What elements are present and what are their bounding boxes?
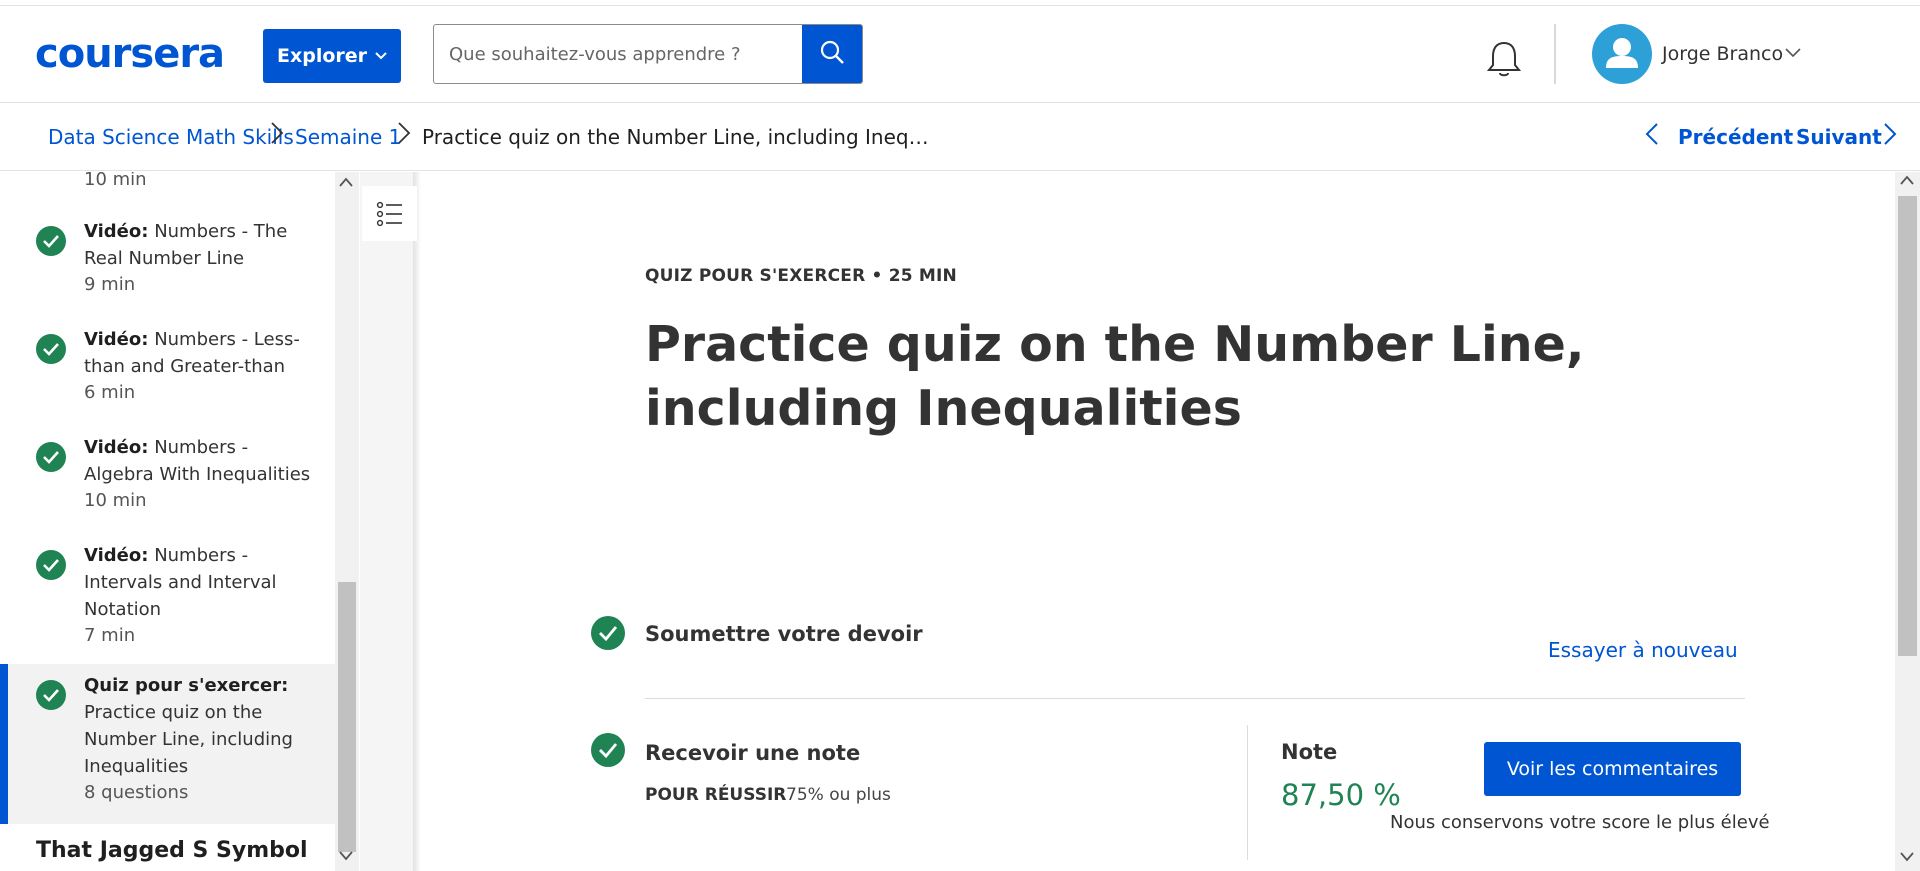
outline-toggle-column xyxy=(360,172,419,871)
explore-label: Explorer xyxy=(276,45,368,67)
sidebar-item-interval-notation[interactable]: Vidéo: Numbers - Intervals and Interval No… xyxy=(0,542,335,656)
check-circle-icon xyxy=(36,680,66,710)
sidebar-item-label: Vidéo: Numbers - Intervals and Interval No… xyxy=(84,545,277,620)
item-duration: 6 min xyxy=(84,382,136,403)
breadcrumb-current: Practice quiz on the Number Line, includ… xyxy=(422,125,929,149)
scroll-up-icon[interactable] xyxy=(338,176,354,192)
chevron-right-icon[interactable] xyxy=(1883,120,1897,153)
check-circle-icon xyxy=(36,334,66,364)
header-divider xyxy=(1554,24,1556,84)
chevron-right-icon xyxy=(270,121,284,152)
check-circle-icon xyxy=(36,442,66,472)
search-input[interactable] xyxy=(434,25,804,83)
highest-score-note: Nous conservons votre score le plus élev… xyxy=(1390,812,1770,833)
sidebar-scrollbar-thumb[interactable] xyxy=(338,582,356,852)
scroll-down-icon[interactable] xyxy=(338,850,354,866)
search-button[interactable] xyxy=(802,25,862,83)
item-duration: 10 min xyxy=(84,490,147,511)
content-edge-shadow xyxy=(413,172,421,871)
page-title: Practice quiz on the Number Line, includ… xyxy=(645,316,1585,437)
breadcrumb-course[interactable]: Data Science Math Skills xyxy=(48,125,294,149)
item-duration: 10 min xyxy=(84,172,147,190)
search-icon xyxy=(819,39,845,69)
page-scrollbar-thumb[interactable] xyxy=(1898,196,1917,656)
section-heading: That Jagged S Symbol xyxy=(36,838,308,863)
previous-link[interactable]: Précédent xyxy=(1678,125,1793,149)
bell-icon[interactable] xyxy=(1486,39,1522,79)
search-box xyxy=(433,24,863,84)
divider xyxy=(645,698,1745,699)
pass-label: POUR RÉUSSIR xyxy=(645,785,787,805)
check-circle-icon xyxy=(36,550,66,580)
scroll-down-icon[interactable] xyxy=(1899,851,1915,867)
sidebar-item-label: Vidéo: Numbers - Algebra With Inequalitie… xyxy=(84,437,311,485)
submit-step-label: Soumettre votre devoir xyxy=(645,622,923,646)
chevron-down-icon xyxy=(375,49,387,64)
sidebar-item-label: Vidéo: Numbers - The Real Number Line xyxy=(84,221,288,269)
sidebar-item-label: Quiz pour s'exercer: Practice quiz on the… xyxy=(84,675,293,777)
item-duration: 7 min xyxy=(84,625,136,646)
site-header: coursera Explorer Jorge Branco xyxy=(0,6,1920,103)
chevron-left-icon[interactable] xyxy=(1645,120,1659,153)
grade-label: Note xyxy=(1281,740,1338,764)
scroll-up-icon[interactable] xyxy=(1899,174,1915,190)
grade-value: 87,50 % xyxy=(1281,778,1401,812)
sidebar-item-active-quiz[interactable]: Quiz pour s'exercer: Practice quiz on the… xyxy=(0,664,335,824)
vertical-divider xyxy=(1247,725,1248,860)
item-duration: 9 min xyxy=(84,274,136,295)
quiz-kicker: QUIZ POUR S'EXERCER • 25 MIN xyxy=(645,266,957,286)
sidebar-item-less-greater[interactable]: Vidéo: Numbers - Less-than and Greater-t… xyxy=(0,326,335,414)
list-outline-icon[interactable] xyxy=(362,186,417,241)
sidebar-item-label: Vidéo: Numbers - Less-than and Greater-t… xyxy=(84,329,300,377)
check-circle-icon xyxy=(36,226,66,256)
user-name[interactable]: Jorge Branco xyxy=(1662,43,1783,65)
item-duration: 8 questions xyxy=(84,782,189,803)
retry-link[interactable]: Essayer à nouveau xyxy=(1548,638,1738,662)
sidebar-item-algebra-inequalities[interactable]: Vidéo: Numbers - Algebra With Inequalitie… xyxy=(0,434,335,522)
breadcrumb: Data Science Math Skills Semaine 1 Pract… xyxy=(0,103,1920,171)
coursera-logo[interactable]: coursera xyxy=(35,31,225,77)
check-circle-icon xyxy=(591,733,625,767)
breadcrumb-week[interactable]: Semaine 1 xyxy=(295,125,401,149)
check-circle-icon xyxy=(591,616,625,650)
pass-value: 75% ou plus xyxy=(786,785,891,805)
view-feedback-button[interactable]: Voir les commentaires xyxy=(1484,742,1741,796)
sidebar-item-real-number-line[interactable]: Vidéo: Numbers - The Real Number Line 9 m… xyxy=(0,218,335,306)
explore-button[interactable]: Explorer xyxy=(263,29,401,83)
chevron-down-icon[interactable] xyxy=(1785,44,1801,62)
chevron-right-icon xyxy=(397,121,411,152)
course-sidebar: 10 min Vidéo: Numbers - The Real Number L… xyxy=(0,172,335,871)
user-avatar-icon[interactable] xyxy=(1592,24,1652,84)
next-link[interactable]: Suivant xyxy=(1796,125,1882,149)
grade-step-label: Recevoir une note xyxy=(645,741,861,765)
